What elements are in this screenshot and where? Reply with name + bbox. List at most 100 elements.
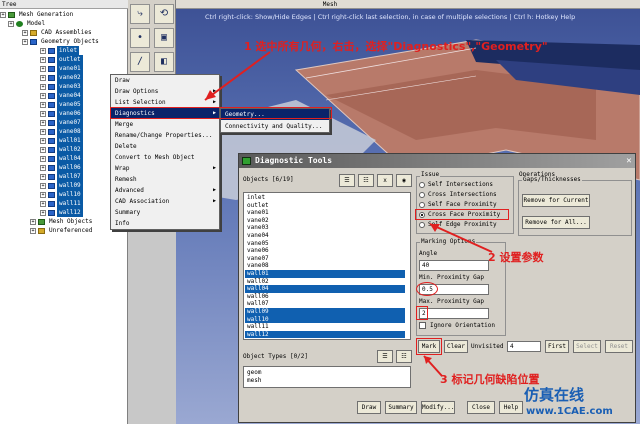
tree-item[interactable]: + vane05 (40, 100, 83, 109)
expand-icon[interactable]: + (40, 101, 46, 108)
angle-input[interactable]: 40 (419, 260, 489, 271)
issue-radio[interactable]: Self Intersections (419, 180, 493, 190)
objects-list[interactable]: inlet outlet vane01 vane02 vane03 vane04 vane0… (243, 192, 411, 340)
tree-item[interactable]: + wall12 (40, 208, 83, 217)
tree-item[interactable]: + outlet (40, 55, 83, 64)
target-icon[interactable]: ◉ (396, 174, 412, 187)
list-item[interactable]: vane01 (245, 209, 405, 217)
expand-icon[interactable]: + (30, 227, 36, 234)
cube-tool-icon[interactable]: ▣ (154, 28, 174, 48)
menu-item[interactable]: Merge (111, 119, 219, 130)
expand-icon[interactable]: + (40, 209, 46, 216)
list-item[interactable]: wall06 (245, 293, 405, 301)
deselect-icon[interactable]: ☷ (358, 174, 374, 187)
line-tool-icon[interactable]: ∕ (130, 52, 150, 72)
expand-icon[interactable]: + (40, 155, 46, 162)
tree-item[interactable]: + inlet (40, 46, 80, 55)
select-button[interactable]: Select (573, 340, 601, 353)
list-item[interactable]: vane07 (245, 255, 405, 263)
menu-item[interactable]: Info (111, 218, 219, 229)
rotate-tool-icon[interactable]: ⟲ (154, 4, 174, 24)
tree-item[interactable]: + wall01 (40, 136, 83, 145)
first-button[interactable]: First (545, 340, 569, 353)
list-item[interactable]: wall01 (245, 270, 405, 278)
tree-item[interactable]: + wall07 (40, 172, 83, 181)
tree-item[interactable]: + vane01 (40, 64, 83, 73)
tree-item[interactable]: + CAD Assemblies (22, 28, 94, 37)
select-all-icon[interactable]: ☰ (339, 174, 355, 187)
tree-item[interactable]: + vane04 (40, 91, 83, 100)
expand-icon[interactable]: + (40, 92, 46, 99)
expand-icon[interactable]: + (40, 83, 46, 90)
expand-icon[interactable]: + (8, 20, 14, 27)
reset-button[interactable]: Reset (605, 340, 633, 353)
list-item[interactable]: geom (245, 369, 405, 377)
tree-item[interactable]: + Unreferenced (30, 226, 94, 235)
filter-icon[interactable]: x (377, 174, 393, 187)
remove-all-button[interactable]: Remove for All... (522, 216, 590, 229)
tree-item[interactable]: + vane08 (40, 127, 83, 136)
tree-item[interactable]: + wall02 (40, 145, 83, 154)
expand-icon[interactable]: + (40, 128, 46, 135)
expand-icon[interactable]: + (30, 218, 36, 225)
expand-icon[interactable]: + (40, 200, 46, 207)
menu-item[interactable]: Summary (111, 207, 219, 218)
max-gap-input[interactable]: 2 (419, 308, 489, 319)
close-button[interactable]: Close (467, 401, 495, 414)
list-item[interactable]: mesh (245, 377, 405, 385)
list-item[interactable]: outlet (245, 202, 405, 210)
tree-item[interactable]: + Mesh Generation (0, 10, 75, 19)
tree-item[interactable]: + wall04 (40, 154, 83, 163)
unvisited-field[interactable]: 4 (507, 341, 541, 352)
tree-item[interactable]: + wall10 (40, 190, 83, 199)
tree-item[interactable]: + wall09 (40, 181, 83, 190)
types-deselect-icon[interactable]: ☷ (396, 350, 412, 363)
list-item[interactable]: vane08 (245, 262, 405, 270)
list-item[interactable]: vane02 (245, 217, 405, 225)
tree-item[interactable]: + vane03 (40, 82, 83, 91)
list-item[interactable]: wall04 (245, 285, 405, 293)
select-tool-icon[interactable]: ⤷ (130, 4, 150, 24)
ignore-orientation-checkbox[interactable] (419, 322, 426, 329)
list-item[interactable]: wall10 (245, 315, 405, 324)
expand-icon[interactable]: + (40, 146, 46, 153)
expand-icon[interactable]: + (40, 47, 46, 54)
expand-icon[interactable]: + (40, 137, 46, 144)
close-icon[interactable]: ✕ (624, 156, 634, 166)
expand-icon[interactable]: + (22, 29, 28, 36)
menu-item[interactable]: Convert to Mesh Object (111, 152, 219, 163)
menu-item[interactable]: CAD Association ▶ (111, 196, 219, 207)
tree-item[interactable]: + wall06 (40, 163, 83, 172)
tree-item[interactable]: + vane06 (40, 109, 83, 118)
expand-icon[interactable]: + (40, 110, 46, 117)
menu-item[interactable]: Rename/Change Properties... (111, 130, 219, 141)
modify-button[interactable]: Modify... (421, 401, 455, 414)
list-item[interactable]: vane03 (245, 224, 405, 232)
point-tool-icon[interactable]: • (130, 28, 150, 48)
expand-icon[interactable]: + (40, 164, 46, 171)
tree-item[interactable]: + vane02 (40, 73, 83, 82)
list-item[interactable]: wall02 (245, 278, 405, 286)
menu-item[interactable]: Advanced ▶ (111, 185, 219, 196)
expand-icon[interactable]: + (22, 38, 28, 45)
submenu-item[interactable]: Connectivity and Quality... (221, 121, 329, 132)
issue-radio[interactable]: Cross Intersections (419, 190, 497, 200)
tree-item[interactable]: + Mesh Objects (30, 217, 94, 226)
object-types-list[interactable]: geom mesh (243, 366, 411, 388)
list-item[interactable]: inlet (245, 194, 405, 202)
expand-icon[interactable]: + (40, 191, 46, 198)
list-item[interactable]: wall12 (245, 330, 405, 339)
expand-icon[interactable]: + (40, 173, 46, 180)
tree-item[interactable]: + wall11 (40, 199, 83, 208)
expand-icon[interactable]: + (40, 182, 46, 189)
expand-icon[interactable]: + (40, 65, 46, 72)
expand-icon[interactable]: + (0, 11, 6, 18)
list-item[interactable]: vane04 (245, 232, 405, 240)
tree-item[interactable]: + vane07 (40, 118, 83, 127)
expand-icon[interactable]: + (40, 56, 46, 63)
summary-button[interactable]: Summary (385, 401, 417, 414)
tree-item[interactable]: + Geometry Objects (22, 37, 101, 46)
expand-icon[interactable]: + (40, 74, 46, 81)
menu-item[interactable]: Delete (111, 141, 219, 152)
menu-item[interactable]: Wrap ▶ (111, 163, 219, 174)
